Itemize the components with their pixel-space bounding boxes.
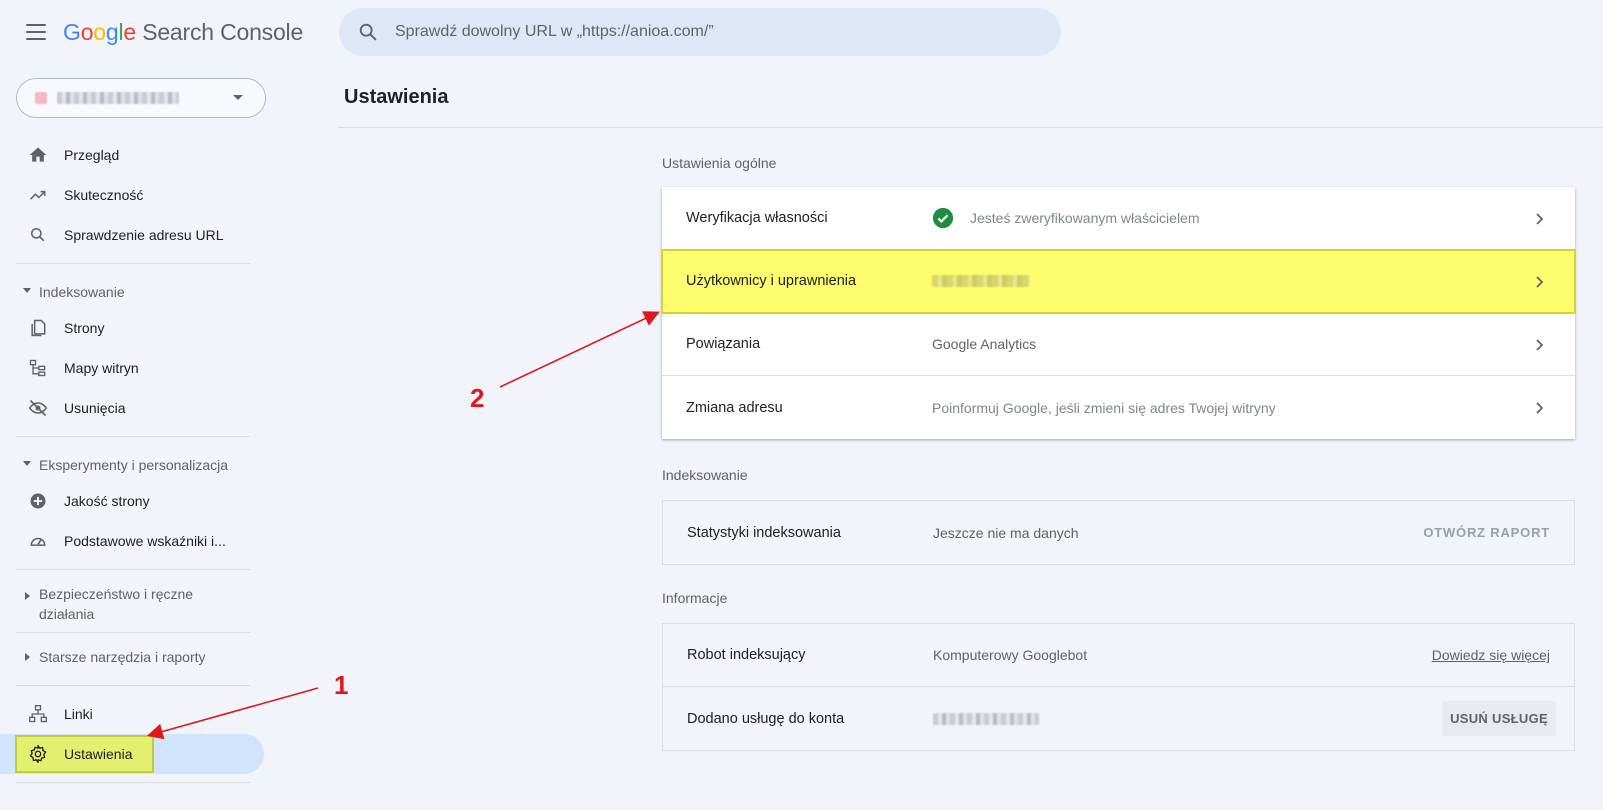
sidebar-group-bezpieczenstwo[interactable]: Bezpieczeństwo i ręczne działania (0, 578, 270, 624)
sidebar-item-linki[interactable]: Linki (0, 694, 270, 734)
sidebar-item-skutecznosc[interactable]: Skuteczność (0, 175, 270, 215)
eye-off-icon (28, 398, 48, 418)
sidebar-group-indeksowanie[interactable]: Indeksowanie (0, 272, 270, 308)
triangle-down-icon (23, 461, 31, 466)
sidebar-nav: Przegląd Skuteczność Sprawdzenie adresu … (0, 135, 270, 791)
triangle-right-icon (24, 592, 30, 600)
links-icon (28, 704, 48, 724)
users-count-redacted (932, 275, 1030, 287)
sidebar-item-core-web-vitals[interactable]: Podstawowe wskaźniki i... (0, 521, 270, 561)
chevron-right-icon (1536, 276, 1544, 288)
chevron-down-icon (233, 95, 243, 100)
section-label-indexing: Indeksowanie (662, 467, 748, 483)
triangle-down-icon (23, 288, 31, 293)
sidebar-item-usuniecia[interactable]: Usunięcia (0, 388, 270, 428)
page-title: Ustawienia (344, 86, 449, 108)
search-icon (28, 225, 48, 245)
divider (16, 782, 250, 783)
learn-more-link[interactable]: Dowiedz się więcej (1432, 647, 1550, 663)
main-menu-button[interactable] (22, 20, 50, 44)
annotation-arrow-2 (499, 311, 660, 388)
sidebar-item-url-inspection[interactable]: Sprawdzenie adresu URL (0, 215, 270, 255)
trending-up-icon (28, 185, 48, 205)
sidebar-item-przeglad[interactable]: Przegląd (0, 135, 270, 175)
divider (338, 127, 1603, 128)
search-console-logo[interactable]: Google Search Console (63, 19, 303, 46)
open-report-button[interactable]: OTWÓRZ RAPORT (1423, 525, 1550, 540)
row-property-added: Dodano usługę do konta USUŃ USŁUGĘ (663, 687, 1574, 750)
row-change-of-address[interactable]: Zmiana adresu Poinformuj Google, jeśli z… (662, 376, 1575, 439)
remove-property-button[interactable]: USUŃ USŁUGĘ (1442, 701, 1556, 736)
row-crawler: Robot indeksujący Komputerowy Googlebot … (663, 624, 1574, 687)
divider (16, 263, 250, 264)
property-name-redacted (57, 92, 179, 104)
added-date-redacted (933, 712, 1039, 725)
pages-icon (28, 318, 48, 338)
annotation-number-2: 2 (470, 383, 485, 413)
chevron-right-icon (1536, 339, 1544, 351)
search-icon (359, 23, 377, 41)
divider (16, 685, 250, 686)
property-favicon (35, 92, 47, 104)
sidebar-item-strony[interactable]: Strony (0, 308, 270, 348)
divider (16, 436, 250, 437)
speedometer-icon (28, 531, 48, 551)
divider (16, 569, 250, 570)
row-ownership-verification[interactable]: Weryfikacja własności Jesteś zweryfikowa… (662, 187, 1575, 250)
row-associations[interactable]: Powiązania Google Analytics (662, 313, 1575, 376)
sitemap-icon (28, 358, 48, 378)
check-circle-icon (932, 207, 954, 229)
plus-circle-icon (28, 491, 48, 511)
property-selector[interactable] (16, 78, 266, 118)
row-crawl-stats: Statystyki indeksowania Jeszcze nie ma d… (687, 524, 1550, 541)
triangle-right-icon (24, 653, 30, 661)
sidebar-item-jakosc-strony[interactable]: Jakość strony (0, 481, 270, 521)
search-placeholder: Sprawdź dowolny URL w „https://anioa.com… (395, 23, 714, 40)
annotation-number-1: 1 (334, 670, 349, 700)
gear-icon (28, 744, 48, 764)
chevron-right-icon (1536, 402, 1544, 414)
chevron-right-icon (1536, 213, 1544, 225)
sidebar-group-eksperymenty[interactable]: Eksperymenty i personalizacja (0, 445, 270, 481)
indexing-card: Statystyki indeksowania Jeszcze nie ma d… (662, 500, 1575, 565)
sidebar-item-mapy-witryn[interactable]: Mapy witryn (0, 348, 270, 388)
general-settings-card: Weryfikacja własności Jesteś zweryfikowa… (661, 187, 1576, 439)
sidebar-item-ustawienia[interactable]: Ustawienia (0, 734, 264, 774)
row-users-permissions[interactable]: Użytkownicy i uprawnienia (661, 249, 1576, 314)
info-card: Robot indeksujący Komputerowy Googlebot … (662, 623, 1575, 751)
url-inspection-search[interactable]: Sprawdź dowolny URL w „https://anioa.com… (339, 8, 1061, 56)
sidebar-group-starsze-narzedzia[interactable]: Starsze narzędzia i raporty (0, 641, 270, 677)
divider (16, 632, 250, 633)
home-icon (28, 145, 48, 165)
section-label-general: Ustawienia ogólne (662, 155, 777, 171)
section-label-info: Informacje (662, 590, 728, 606)
